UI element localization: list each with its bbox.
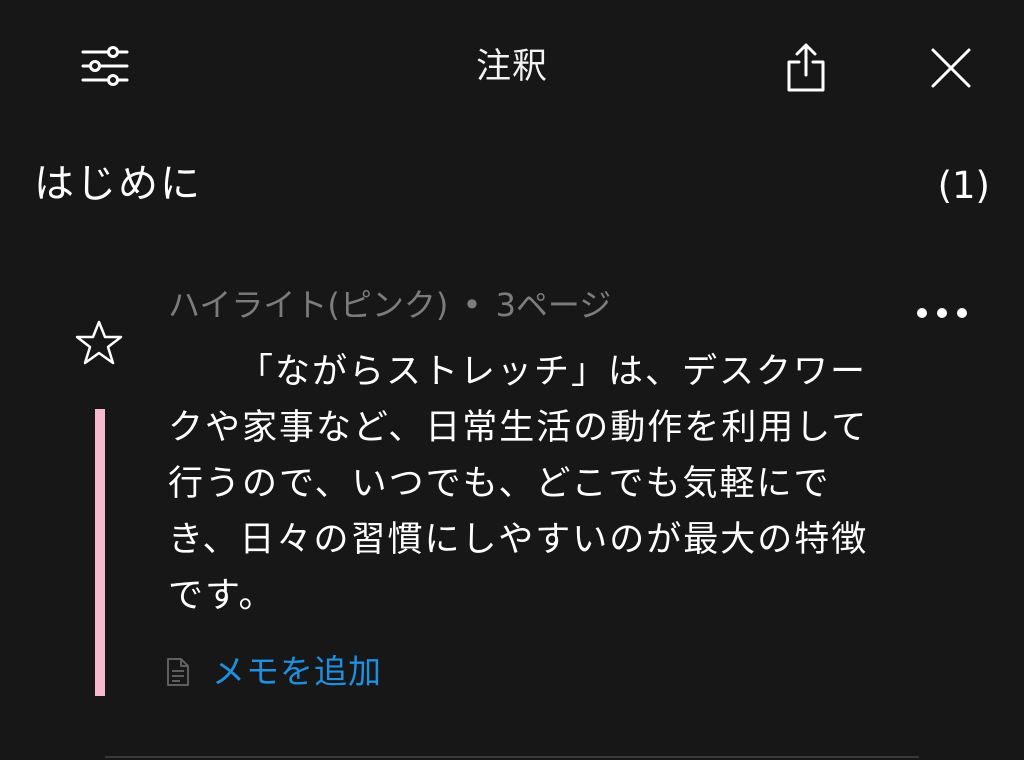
annotation-meta: ハイライト(ピンク) • 3ページ (168, 283, 611, 327)
page-title: 注釈 (475, 47, 548, 87)
top-bar: 注釈 (0, 0, 1024, 140)
close-button[interactable] (922, 40, 980, 96)
more-horizontal-icon (917, 308, 967, 318)
annotation-type: ハイライト(ピンク) (168, 286, 449, 324)
list-divider (105, 756, 919, 758)
annotation-count: (1) (937, 164, 990, 207)
favorite-button[interactable] (72, 316, 126, 370)
more-options-button[interactable] (910, 296, 974, 330)
sliders-icon (81, 46, 129, 86)
star-outline-icon (75, 320, 123, 365)
annotation-page: 3ページ (495, 286, 612, 324)
note-icon (167, 658, 189, 686)
add-memo-button[interactable]: メモを追加 (166, 650, 382, 694)
share-icon (787, 43, 825, 92)
section-title: はじめに (34, 161, 202, 207)
highlighted-text[interactable]: 「ながらストレッチ」は、デスクワークや家事など、日常生活の動作を利用して行うので… (168, 344, 880, 624)
add-memo-label: メモを追加 (212, 652, 382, 691)
meta-separator: • (462, 286, 482, 324)
filter-button[interactable] (76, 40, 134, 92)
highlight-color-bar (95, 409, 105, 696)
close-icon (931, 48, 971, 88)
share-button[interactable] (776, 38, 836, 98)
